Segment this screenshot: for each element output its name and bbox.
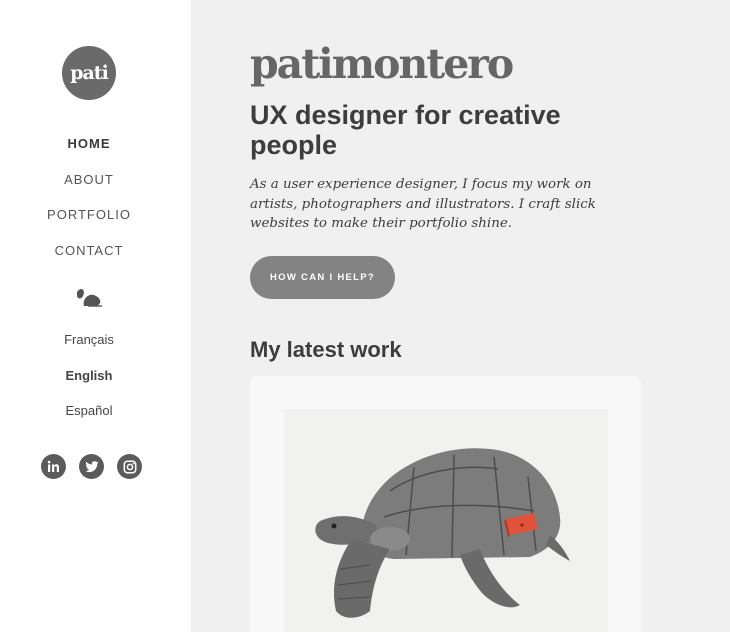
tortoise-illustration[interactable] (284, 409, 608, 632)
logo-text: pati (70, 62, 109, 84)
lang-item-french[interactable]: Français (0, 331, 178, 367)
lang-item-english[interactable]: English (0, 367, 178, 403)
page-headline: UX designer for creative people (250, 100, 561, 160)
instagram-icon[interactable] (117, 454, 142, 479)
nav-item-home[interactable]: HOME (0, 133, 178, 169)
social-links (41, 454, 142, 479)
latest-work-title: My latest work (250, 337, 402, 362)
twitter-icon[interactable] (79, 454, 104, 479)
nav-item-contact[interactable]: CONTACT (0, 240, 178, 276)
leaf-snail-icon (77, 289, 102, 307)
how-can-i-help-button[interactable]: HOW CAN I HELP? (250, 256, 395, 299)
language-switcher: Français English Español (0, 331, 178, 438)
latest-work-card[interactable] (250, 376, 641, 632)
logo[interactable]: pati (62, 46, 116, 100)
linkedin-icon[interactable] (41, 454, 66, 479)
nav-item-portfolio[interactable]: PORTFOLIO (0, 204, 178, 240)
brand-wordmark[interactable]: patimontero (250, 40, 514, 88)
nav-item-about[interactable]: ABOUT (0, 169, 178, 205)
intro-text: As a user experience designer, I focus m… (250, 177, 596, 231)
main-nav: HOME ABOUT PORTFOLIO CONTACT (0, 133, 178, 275)
lang-item-spanish[interactable]: Español (0, 402, 178, 438)
sidebar: pati HOME ABOUT PORTFOLIO CONTACT França… (0, 0, 191, 632)
